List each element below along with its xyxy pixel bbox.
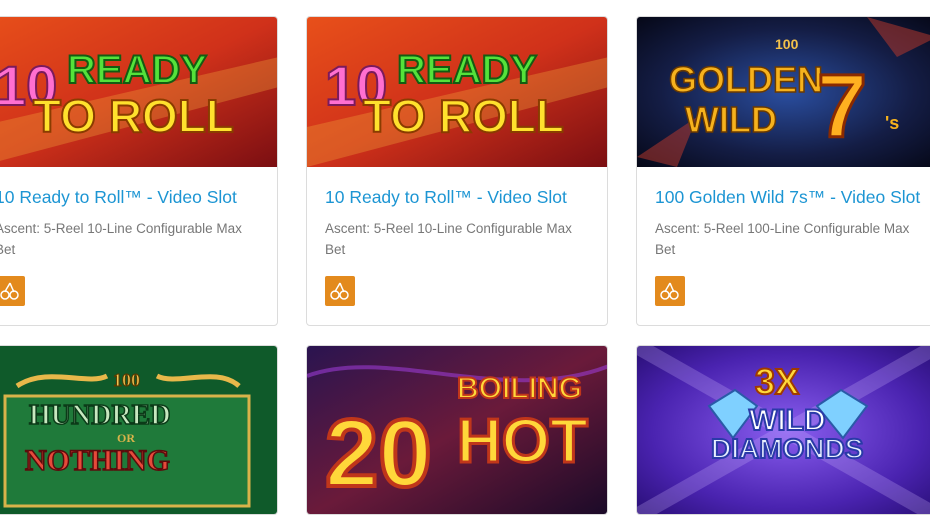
game-title[interactable]: 10 Ready to Roll™ - Video Slot	[325, 187, 567, 208]
game-card[interactable]: 20 BOILING HOT	[306, 345, 608, 515]
svg-text:READY: READY	[397, 48, 537, 92]
game-description: Ascent: 5-Reel 10-Line Configurable Max …	[0, 221, 242, 257]
game-description: Ascent: 5-Reel 100-Line Configurable Max…	[655, 221, 910, 257]
game-card[interactable]: 10 READY TO ROLL 10 Ready to Roll™ - Vid…	[0, 16, 278, 326]
slot-category-badge[interactable]	[655, 276, 685, 306]
game-card[interactable]: 100 GOLDEN WILD 7 's 100 Golden Wild 7s™…	[636, 16, 930, 326]
svg-text:GOLDEN: GOLDEN	[669, 59, 823, 100]
svg-text:HOT: HOT	[457, 407, 588, 476]
svg-text:DIAMONDS: DIAMONDS	[711, 433, 863, 464]
game-card[interactable]: 3X WILD DIAMONDS	[636, 345, 930, 515]
svg-text:TO ROLL: TO ROLL	[33, 90, 234, 142]
game-card[interactable]: 100 HUNDRED OR NOTHING	[0, 345, 278, 515]
svg-text:WILD: WILD	[685, 99, 777, 140]
svg-text:20: 20	[325, 400, 432, 507]
svg-text:HUNDRED: HUNDRED	[29, 400, 171, 431]
game-description: Ascent: 5-Reel 10-Line Configurable Max …	[325, 221, 572, 257]
svg-text:NOTHING: NOTHING	[25, 444, 170, 477]
svg-text:READY: READY	[67, 48, 207, 92]
game-thumbnail[interactable]: 20 BOILING HOT	[307, 346, 607, 514]
svg-text:100: 100	[113, 370, 140, 390]
game-card[interactable]: 10 READY TO ROLL 10 Ready to Roll™ - Vid…	[306, 16, 608, 326]
slot-category-badge[interactable]	[0, 276, 25, 306]
slot-category-badge[interactable]	[325, 276, 355, 306]
svg-text:BOILING: BOILING	[457, 372, 582, 405]
game-thumbnail[interactable]: 10 READY TO ROLL	[307, 17, 607, 167]
cherries-icon	[660, 282, 679, 300]
svg-text:TO ROLL: TO ROLL	[363, 90, 564, 142]
game-title[interactable]: 100 Golden Wild 7s™ - Video Slot	[655, 187, 920, 208]
game-thumbnail[interactable]: 10 READY TO ROLL	[0, 17, 277, 167]
svg-text:'s: 's	[885, 113, 899, 133]
svg-text:7: 7	[817, 57, 867, 157]
game-title[interactable]: 10 Ready to Roll™ - Video Slot	[0, 187, 237, 208]
cherries-icon	[330, 282, 349, 300]
svg-text:3X: 3X	[755, 361, 799, 402]
svg-text:100: 100	[775, 36, 799, 52]
game-thumbnail[interactable]: 100 HUNDRED OR NOTHING	[0, 346, 277, 514]
game-thumbnail[interactable]: 3X WILD DIAMONDS	[637, 346, 930, 514]
cherries-icon	[0, 282, 19, 300]
svg-text:OR: OR	[117, 431, 135, 445]
game-thumbnail[interactable]: 100 GOLDEN WILD 7 's	[637, 17, 930, 167]
